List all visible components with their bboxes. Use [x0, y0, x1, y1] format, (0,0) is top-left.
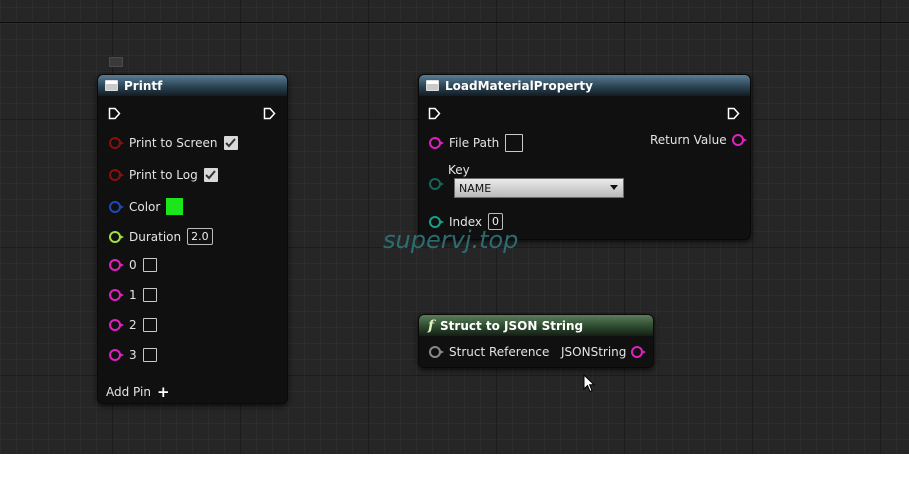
string-pin-icon[interactable] [109, 259, 124, 271]
mouse-cursor-icon [583, 374, 595, 393]
print-to-log-label: Print to Log [129, 168, 198, 182]
string-pin-icon[interactable] [109, 319, 124, 331]
plus-icon: + [156, 383, 170, 401]
string-pin-icon[interactable] [109, 289, 124, 301]
exec-out-pin-icon[interactable] [263, 107, 276, 120]
print-to-screen-label: Print to Screen [129, 136, 218, 150]
return-value-row: Return Value [650, 133, 747, 147]
print-to-log-row: Print to Log [109, 168, 218, 182]
key-dropdown-value: NAME [459, 181, 492, 195]
blueprint-graph-canvas[interactable]: Printf Print to Screen Print to Log Colo… [0, 0, 909, 454]
exec-in-pin-icon[interactable] [108, 107, 121, 120]
file-path-row: File Path [429, 134, 524, 152]
add-pin-button[interactable]: Add Pin + [106, 383, 170, 401]
add-pin-label: Add Pin [106, 385, 151, 399]
struct-pin-icon[interactable] [109, 200, 124, 213]
string-pin-icon[interactable] [429, 137, 444, 149]
arg-pin-checkbox[interactable] [142, 288, 157, 302]
function-icon: f [428, 317, 435, 334]
exec-out-pin-icon[interactable] [727, 107, 740, 120]
string-pin-icon[interactable] [109, 349, 124, 361]
key-label-row: Key [448, 163, 470, 177]
struct-to-json-node-title: Struct to JSON String [440, 318, 584, 333]
json-string-row: JSONString [561, 345, 647, 359]
node-type-icon [105, 80, 118, 91]
arg-pin-row: 0 [109, 258, 157, 272]
printf-node-header[interactable]: Printf [98, 75, 287, 96]
duration-row: Duration 2.0 [109, 228, 213, 245]
watermark: supervj.top [383, 226, 519, 254]
arg-pin-checkbox[interactable] [142, 258, 157, 272]
arg-pin-row: 2 [109, 318, 157, 332]
struct-reference-row: Struct Reference [429, 345, 549, 359]
chevron-down-icon [610, 185, 618, 190]
load-material-property-node[interactable]: LoadMaterialProperty File Path Return Va… [418, 74, 751, 240]
arg-pin-label: 2 [129, 318, 137, 332]
color-label: Color [129, 199, 161, 214]
arg-pin-label: 0 [129, 258, 137, 272]
duration-input[interactable]: 2.0 [187, 228, 213, 245]
arg-pin-checkbox[interactable] [142, 348, 157, 362]
float-pin-icon[interactable] [109, 230, 124, 243]
key-label: Key [448, 163, 470, 177]
printf-node-title: Printf [124, 78, 163, 93]
file-path-label: File Path [449, 136, 500, 150]
duration-label: Duration [129, 229, 182, 244]
struct-to-json-node[interactable]: f Struct to JSON String Struct Reference… [418, 314, 654, 368]
color-row: Color [109, 198, 184, 215]
exec-in-pin-icon[interactable] [428, 107, 441, 120]
return-value-label: Return Value [650, 133, 727, 147]
arg-pin-label: 3 [129, 348, 137, 362]
bool-pin-icon[interactable] [109, 169, 124, 181]
key-dropdown[interactable]: NAME [454, 178, 624, 198]
node-type-icon [426, 80, 439, 91]
json-string-label: JSONString [561, 345, 627, 359]
struct-to-json-node-header[interactable]: f Struct to JSON String [419, 315, 653, 336]
string-pin-icon[interactable] [731, 134, 747, 146]
arg-pin-label: 1 [129, 288, 137, 302]
arg-pin-row: 1 [109, 288, 157, 302]
load-material-node-header[interactable]: LoadMaterialProperty [419, 75, 750, 96]
color-swatch[interactable] [166, 198, 184, 215]
graph-top-border [0, 22, 909, 23]
arg-pin-checkbox[interactable] [142, 318, 157, 332]
struct-reference-label: Struct Reference [449, 345, 550, 359]
file-path-input[interactable] [505, 134, 524, 152]
printf-node[interactable]: Printf Print to Screen Print to Log Colo… [97, 74, 288, 404]
load-material-node-title: LoadMaterialProperty [445, 78, 593, 93]
print-to-screen-checkbox[interactable] [223, 136, 238, 150]
print-to-screen-row: Print to Screen [109, 136, 238, 150]
print-to-log-checkbox[interactable] [203, 168, 218, 182]
wildcard-pin-icon[interactable] [429, 346, 444, 358]
arg-pin-row: 3 [109, 348, 157, 362]
string-pin-icon[interactable] [631, 346, 647, 358]
bool-pin-icon[interactable] [109, 137, 124, 149]
enum-pin-icon[interactable] [429, 178, 444, 190]
comment-bubble-icon[interactable] [109, 57, 123, 67]
